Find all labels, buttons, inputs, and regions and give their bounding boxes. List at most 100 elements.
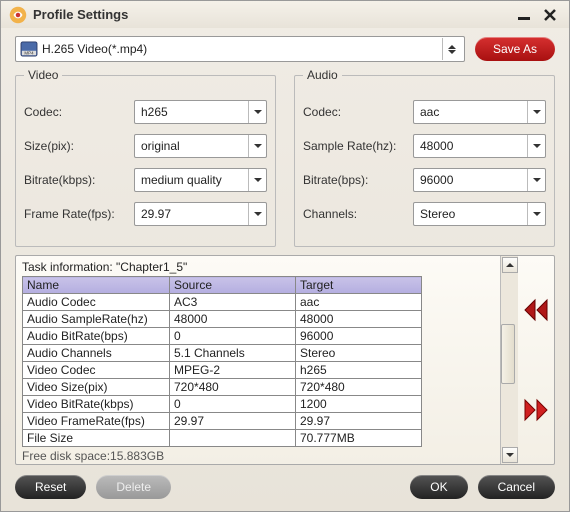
vertical-scrollbar[interactable] (500, 256, 518, 464)
table-cell: 48000 (170, 311, 296, 328)
table-cell: 720*480 (170, 379, 296, 396)
chevron-down-icon (448, 50, 456, 54)
audio-sr-select[interactable]: 48000 (413, 134, 546, 158)
table-cell: 48000 (296, 311, 422, 328)
scroll-up-button[interactable] (502, 257, 518, 273)
audio-panel: Audio Codec: aac Sample Rate(hz): 48000 … (294, 68, 555, 247)
table-row: Audio Channels5.1 ChannelsStereo (23, 345, 422, 362)
window-title: Profile Settings (33, 7, 509, 22)
profile-settings-window: Profile Settings MP4 H.265 Video(*.mp4) … (0, 0, 570, 512)
close-icon (544, 9, 556, 21)
video-bitrate-select[interactable]: medium quality (134, 168, 267, 192)
chevron-down-icon (533, 144, 541, 148)
audio-codec-label: Codec: (303, 105, 413, 119)
col-source: Source (170, 277, 296, 294)
video-panel: Video Codec: h265 Size(pix): original Bi… (15, 68, 276, 247)
chevron-down-icon (533, 110, 541, 114)
scroll-down-button[interactable] (502, 447, 518, 463)
table-cell: 720*480 (296, 379, 422, 396)
chevron-down-icon (254, 110, 262, 114)
col-target: Target (296, 277, 422, 294)
ok-button[interactable]: OK (410, 475, 467, 499)
table-cell: Audio SampleRate(hz) (23, 311, 170, 328)
table-cell: aac (296, 294, 422, 311)
video-fps-select[interactable]: 29.97 (134, 202, 267, 226)
profile-text: H.265 Video(*.mp4) (42, 42, 442, 56)
table-cell: 29.97 (170, 413, 296, 430)
table-cell: Video BitRate(kbps) (23, 396, 170, 413)
reset-button[interactable]: Reset (15, 475, 86, 499)
save-as-button[interactable]: Save As (475, 37, 555, 61)
audio-bitrate-label: Bitrate(bps): (303, 173, 413, 187)
table-cell: AC3 (170, 294, 296, 311)
table-cell: 0 (170, 396, 296, 413)
minimize-icon (517, 8, 531, 22)
next-task-button[interactable] (522, 398, 550, 422)
table-cell: Video Codec (23, 362, 170, 379)
table-cell: 70.777MB (296, 430, 422, 447)
cancel-button[interactable]: Cancel (478, 475, 555, 499)
chevron-down-icon (254, 178, 262, 182)
table-cell: Video Size(pix) (23, 379, 170, 396)
delete-button: Delete (96, 475, 171, 499)
table-cell: 5.1 Channels (170, 345, 296, 362)
chevron-up-icon (448, 45, 456, 49)
prev-task-button[interactable] (522, 298, 550, 322)
chevron-down-icon (254, 144, 262, 148)
chevron-down-icon (533, 178, 541, 182)
table-row: Audio CodecAC3aac (23, 294, 422, 311)
topbar: MP4 H.265 Video(*.mp4) Save As (1, 28, 569, 66)
table-row: Audio BitRate(bps)096000 (23, 328, 422, 345)
chevron-up-icon (506, 263, 514, 267)
profile-select[interactable]: MP4 H.265 Video(*.mp4) (15, 36, 465, 62)
table-row: Video BitRate(kbps)01200 (23, 396, 422, 413)
table-row: File Size 70.777MB (23, 430, 422, 447)
settings-panels: Video Codec: h265 Size(pix): original Bi… (1, 66, 569, 247)
audio-bitrate-select[interactable]: 96000 (413, 168, 546, 192)
table-cell: Audio Channels (23, 345, 170, 362)
audio-channels-label: Channels: (303, 207, 413, 221)
titlebar: Profile Settings (1, 1, 569, 28)
table-cell (170, 430, 296, 447)
col-name: Name (23, 277, 170, 294)
table-cell: MPEG-2 (170, 362, 296, 379)
video-size-label: Size(pix): (24, 139, 134, 153)
video-legend: Video (24, 68, 62, 82)
table-cell: 1200 (296, 396, 422, 413)
task-info-inner: Task information: "Chapter1_5" Name Sour… (16, 256, 500, 464)
audio-channels-select[interactable]: Stereo (413, 202, 546, 226)
close-button[interactable] (539, 6, 561, 24)
button-bar: Reset Delete OK Cancel (1, 465, 569, 511)
table-cell: Stereo (296, 345, 422, 362)
mp4-icon: MP4 (20, 41, 38, 57)
audio-legend: Audio (303, 68, 342, 82)
chevron-down-icon (506, 453, 514, 457)
video-bitrate-label: Bitrate(kbps): (24, 173, 134, 187)
task-nav-arrows (518, 256, 554, 464)
chevron-down-icon (254, 212, 262, 216)
table-cell: File Size (23, 430, 170, 447)
minimize-button[interactable] (513, 6, 535, 24)
scrollbar-thumb[interactable] (501, 324, 515, 384)
video-codec-select[interactable]: h265 (134, 100, 267, 124)
table-cell: 29.97 (296, 413, 422, 430)
video-codec-label: Codec: (24, 105, 134, 119)
app-icon (9, 6, 27, 24)
table-cell: 96000 (296, 328, 422, 345)
table-cell: 0 (170, 328, 296, 345)
task-info-title: Task information: "Chapter1_5" (22, 260, 498, 274)
table-row: Video FrameRate(fps)29.9729.97 (23, 413, 422, 430)
table-cell: Audio BitRate(bps) (23, 328, 170, 345)
audio-codec-select[interactable]: aac (413, 100, 546, 124)
table-cell: Audio Codec (23, 294, 170, 311)
task-info-area: Task information: "Chapter1_5" Name Sour… (15, 255, 555, 465)
table-cell: h265 (296, 362, 422, 379)
table-row: Audio SampleRate(hz)4800048000 (23, 311, 422, 328)
free-disk-space: Free disk space:15.883GB (22, 449, 498, 463)
chevron-down-icon (533, 212, 541, 216)
audio-sr-label: Sample Rate(hz): (303, 139, 413, 153)
svg-text:MP4: MP4 (24, 51, 34, 56)
table-row: Video Size(pix)720*480720*480 (23, 379, 422, 396)
profile-dropdown-button[interactable] (442, 38, 460, 60)
video-size-select[interactable]: original (134, 134, 267, 158)
